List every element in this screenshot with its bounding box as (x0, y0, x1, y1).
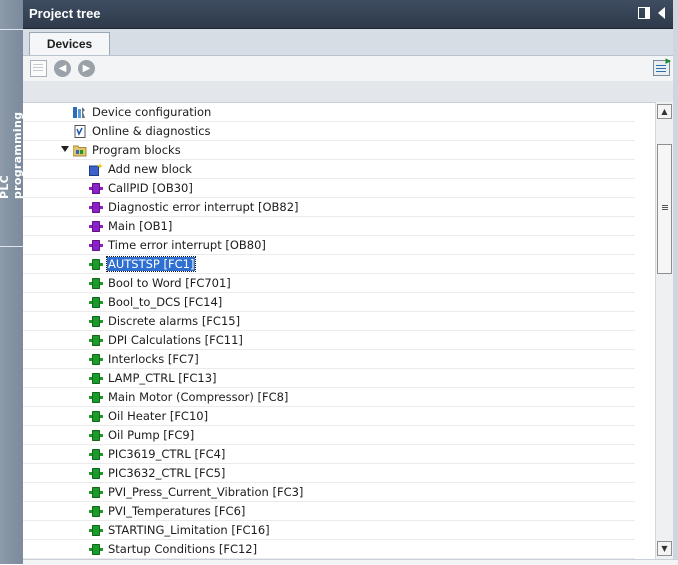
tree-item-label: PIC3632_CTRL [FC5] (108, 466, 226, 480)
tree-item-block[interactable]: Oil Pump [FC9] (23, 426, 635, 445)
side-tab-plc-programming[interactable]: PLC programming (0, 85, 24, 199)
tree-item-label: DPI Calculations [FC11] (108, 333, 243, 347)
function-block-icon (89, 335, 103, 346)
tree-item-block-selected[interactable]: AUTSTSP [FC1] (23, 255, 635, 274)
tree-item-add-new-block[interactable]: Add new block (23, 160, 635, 179)
function-block-icon (89, 468, 103, 479)
tree-item-block[interactable]: PIC3619_CTRL [FC4] (23, 445, 635, 464)
tab-devices[interactable]: Devices (29, 32, 110, 55)
tree-item-block[interactable]: Bool to Word [FC701] (23, 274, 635, 293)
organization-block-icon (89, 240, 103, 251)
tree-item-label: Interlocks [FC7] (108, 352, 199, 366)
function-block-icon (89, 354, 103, 365)
function-block-icon (89, 487, 103, 498)
tree-item-block[interactable]: Time error interrupt [OB80] (23, 236, 635, 255)
tree-item-label: PVI_Press_Current_Vibration [FC3] (108, 485, 304, 499)
tree-item-label: Discrete alarms [FC15] (108, 314, 241, 328)
tree-item-block[interactable]: PVI_Temperatures [FC6] (23, 502, 635, 521)
tree-toolbar: ◀ ▶ (23, 54, 678, 81)
tree-item-label: Diagnostic error interrupt [OB82] (108, 200, 299, 214)
organization-block-icon (89, 183, 103, 194)
project-tree: Device configuration Online & diagnostic… (23, 102, 655, 560)
add-block-icon (89, 163, 103, 176)
panel-title-bar: Project tree (23, 0, 678, 29)
tree-item-label: Add new block (108, 162, 192, 176)
tree-item-label: Program blocks (92, 143, 181, 157)
scroll-down-icon[interactable]: ▼ (657, 541, 672, 556)
tree-item-block[interactable]: DPI Calculations [FC11] (23, 331, 635, 350)
function-block-icon (89, 392, 103, 403)
tree-item-label: STARTING_Limitation [FC16] (108, 523, 270, 537)
tree-item-label: Main [OB1] (108, 219, 173, 233)
tree-item-label: Oil Heater [FC10] (108, 409, 209, 423)
function-block-icon (89, 525, 103, 536)
organization-block-icon (89, 202, 103, 213)
tree-item-label: LAMP_CTRL [FC13] (108, 371, 217, 385)
tree-item-label: Bool_to_DCS [FC14] (108, 295, 223, 309)
device-configuration-icon (73, 107, 85, 118)
tree-item-block[interactable]: LAMP_CTRL [FC13] (23, 369, 635, 388)
tree-item-label: PIC3619_CTRL [FC4] (108, 447, 226, 461)
organization-block-icon (89, 221, 103, 232)
back-icon[interactable]: ◀ (54, 60, 71, 77)
function-block-icon (89, 278, 103, 289)
side-divider (0, 29, 23, 30)
forward-icon[interactable]: ▶ (78, 60, 95, 77)
panel-title: Project tree (29, 6, 101, 21)
tree-item-label: Bool to Word [FC701] (108, 276, 231, 290)
function-block-icon (89, 373, 103, 384)
tree-item-label: PVI_Temperatures [FC6] (108, 504, 246, 518)
tree-item-label: Device configuration (92, 105, 212, 119)
tree-item-block[interactable]: CallPID [OB30] (23, 179, 635, 198)
tree-item-block[interactable]: PVI_Press_Current_Vibration [FC3] (23, 483, 635, 502)
collapse-panel-icon[interactable] (655, 6, 669, 20)
vertical-scrollbar[interactable]: ▲ ▼ (655, 102, 674, 559)
scroll-thumb[interactable] (657, 144, 672, 274)
tree-item-block[interactable]: Diagnostic error interrupt [OB82] (23, 198, 635, 217)
scroll-up-icon[interactable]: ▲ (657, 104, 672, 119)
tree-item-block[interactable]: Main Motor (Compressor) [FC8] (23, 388, 635, 407)
side-divider (0, 246, 23, 247)
folder-icon (73, 145, 87, 157)
tree-header-gap (23, 81, 678, 102)
side-strip: PLC programming (0, 0, 24, 564)
function-block-icon (89, 449, 103, 460)
function-block-icon (89, 316, 103, 327)
layout-toggle-icon[interactable] (637, 6, 651, 20)
tree-item-device-configuration[interactable]: Device configuration (23, 103, 635, 122)
new-folder-icon[interactable] (30, 60, 47, 77)
tree-item-online-diagnostics[interactable]: Online & diagnostics (23, 122, 635, 141)
panel-right-border (673, 0, 678, 564)
tree-item-label: Time error interrupt [OB80] (108, 238, 266, 252)
tab-bar: Devices (23, 29, 678, 56)
tree-item-block[interactable]: Bool_to_DCS [FC14] (23, 293, 635, 312)
function-block-icon (89, 259, 103, 270)
tree-item-label: CallPID [OB30] (108, 181, 193, 195)
function-block-icon (89, 544, 103, 555)
tree-item-block[interactable]: Oil Heater [FC10] (23, 407, 635, 426)
tree-item-block[interactable]: Startup Conditions [FC12] (23, 540, 635, 559)
tree-item-block[interactable]: PIC3632_CTRL [FC5] (23, 464, 635, 483)
tree-item-block[interactable]: Discrete alarms [FC15] (23, 312, 635, 331)
tree-item-label: Online & diagnostics (92, 124, 211, 138)
tree-item-label: Startup Conditions [FC12] (108, 542, 258, 556)
tree-item-block[interactable]: STARTING_Limitation [FC16] (23, 521, 635, 540)
tree-item-program-blocks[interactable]: Program blocks (23, 141, 635, 160)
tree-item-block[interactable]: Interlocks [FC7] (23, 350, 635, 369)
tree-item-label: AUTSTSP [FC1] (105, 256, 197, 272)
tree-item-label: Oil Pump [FC9] (108, 428, 195, 442)
panel-bottom-bar (23, 559, 678, 565)
tree-item-block[interactable]: Main [OB1] (23, 217, 635, 236)
function-block-icon (89, 411, 103, 422)
details-view-icon[interactable] (653, 54, 671, 76)
function-block-icon (89, 506, 103, 517)
online-diagnostics-icon (74, 125, 86, 138)
tree-item-label: Main Motor (Compressor) [FC8] (108, 390, 289, 404)
function-block-icon (89, 430, 103, 441)
function-block-icon (89, 297, 103, 308)
expand-arrow-icon[interactable] (61, 146, 69, 152)
